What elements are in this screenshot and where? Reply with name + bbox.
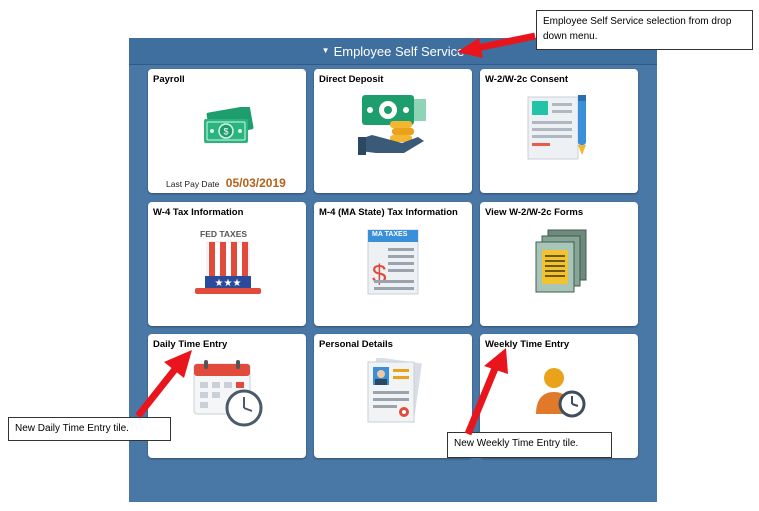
tile-title: Direct Deposit (319, 74, 384, 85)
tile-w4-tax[interactable]: W-4 Tax Information FED TAXES ★★★ (148, 202, 306, 326)
last-pay-info: Last Pay Date 05/03/2019 (166, 176, 286, 190)
ma-taxes-label: MA TAXES (372, 231, 408, 238)
consent-document-icon (527, 95, 586, 160)
tile-title: M-4 (MA State) Tax Information (319, 207, 458, 218)
person-clock-icon (536, 368, 586, 418)
tile-title: W-4 Tax Information (153, 207, 244, 218)
tile-title: View W-2/W-2c Forms (485, 207, 584, 218)
callout-ess-selection: Employee Self Service selection from dro… (536, 10, 753, 50)
fed-taxes-hat-icon: ★★★ (195, 241, 261, 294)
calendar-clock-icon (193, 360, 263, 427)
svg-text:$: $ (372, 259, 387, 289)
tile-m4-tax[interactable]: M-4 (MA State) Tax Information $ MA TAXE… (314, 202, 472, 326)
ma-taxes-document-icon: $ (367, 229, 419, 295)
tile-title: Payroll (153, 74, 185, 85)
tile-w2-consent[interactable]: W-2/W-2c Consent (480, 69, 638, 193)
tile-title: W-2/W-2c Consent (485, 74, 569, 85)
arrow-to-header-icon (457, 32, 536, 58)
id-document-icon (367, 358, 422, 423)
callout-daily-tile: New Daily Time Entry tile. (8, 417, 171, 441)
tile-view-w2-forms[interactable]: View W-2/W-2c Forms (480, 202, 638, 326)
last-pay-label: Last Pay Date (166, 179, 220, 189)
tile-direct-deposit[interactable]: Direct Deposit (314, 69, 472, 193)
tile-payroll[interactable]: Payroll $ Last Pay Date 05/03/2019 (148, 69, 306, 193)
forms-stack-icon (535, 229, 587, 293)
tile-title: Personal Details (319, 339, 393, 350)
arrow-to-weekly-tile-icon (464, 348, 508, 436)
direct-deposit-icon (358, 95, 426, 155)
arrow-to-daily-tile-icon (135, 350, 192, 419)
last-pay-date: 05/03/2019 (225, 176, 286, 190)
svg-text:★★★: ★★★ (215, 278, 242, 289)
fed-taxes-label: FED TAXES (200, 229, 248, 239)
svg-text:$: $ (223, 127, 228, 137)
homepage-title: Employee Self Service (333, 43, 465, 59)
dropdown-caret-icon: ▼ (321, 46, 330, 55)
money-icon: $ (204, 107, 254, 143)
